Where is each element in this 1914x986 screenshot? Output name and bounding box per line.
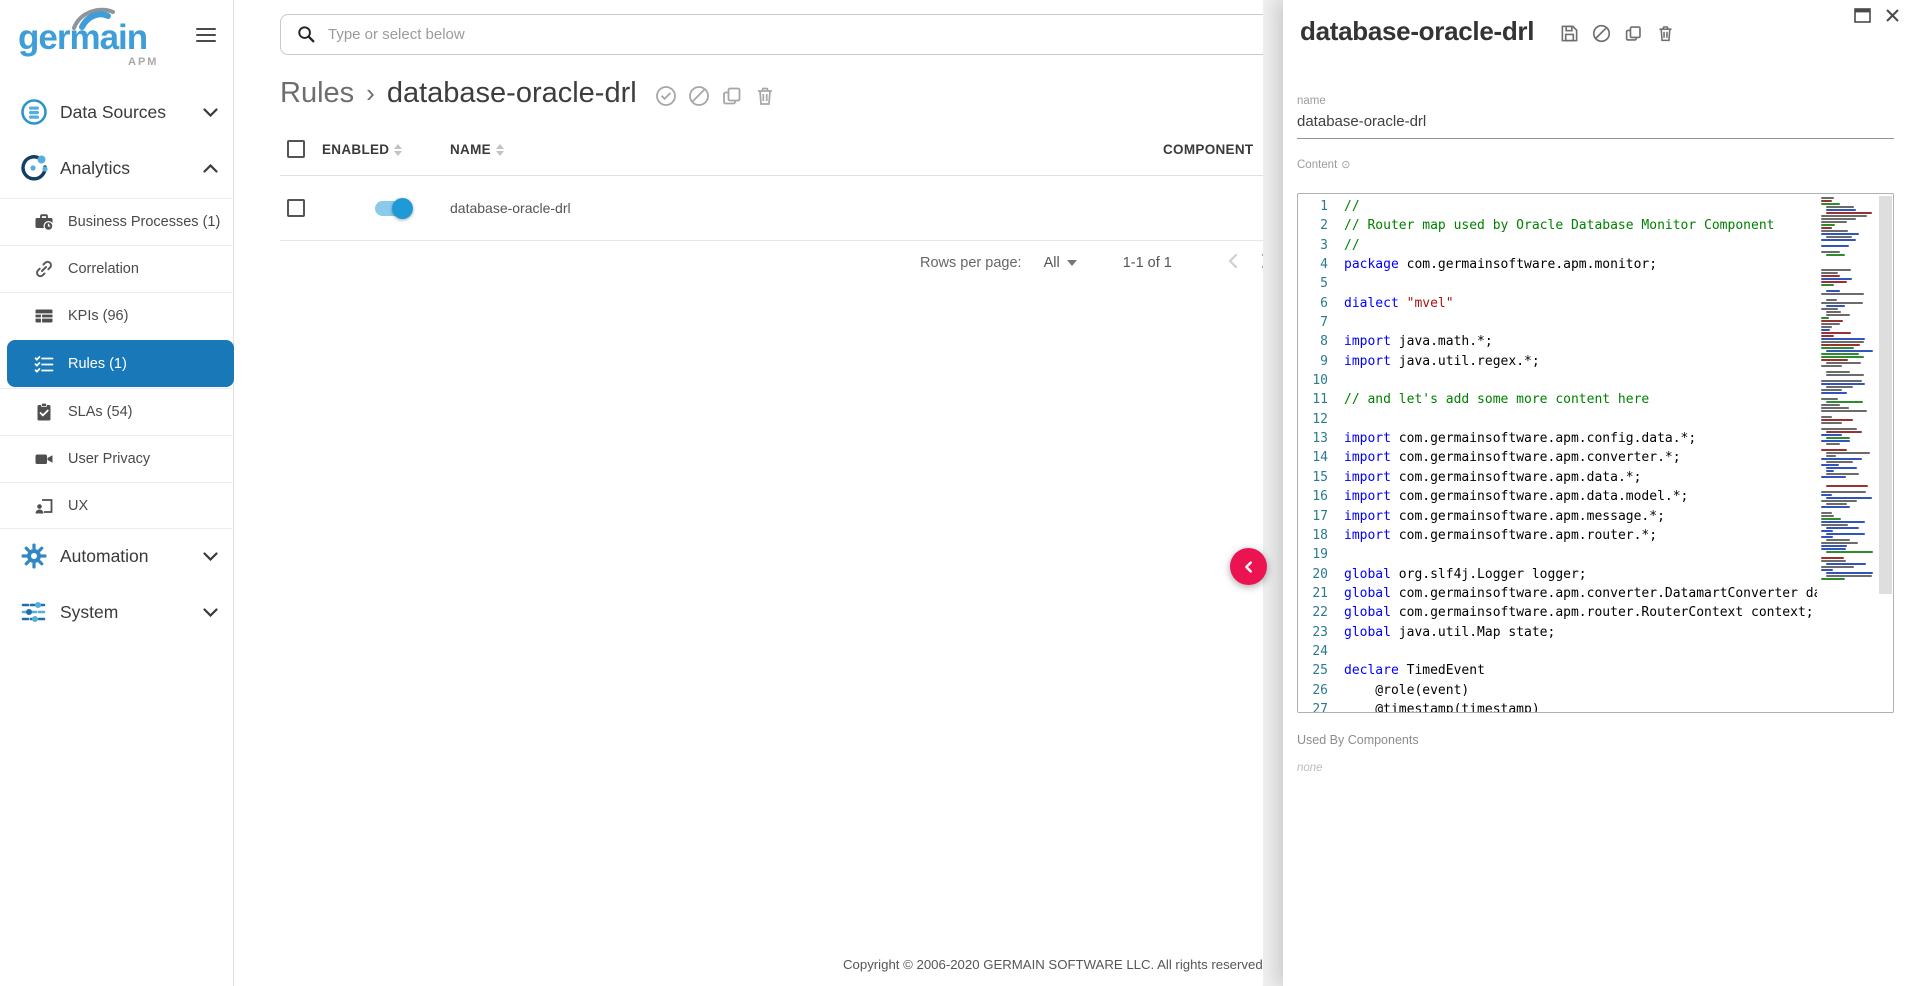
editor-scrollbar[interactable]: [1879, 196, 1892, 594]
disable-ban-icon[interactable]: [1592, 24, 1611, 43]
breadcrumb: Rules › database-oracle-drl: [280, 72, 776, 114]
sidebar-item-business-processes[interactable]: Business Processes (1): [0, 198, 234, 245]
sidebar-item-data-sources[interactable]: Data Sources: [0, 88, 234, 136]
sidebar-item-ux[interactable]: UX: [0, 482, 234, 529]
column-header-enabled[interactable]: ENABLED: [322, 142, 402, 157]
brand-sub: APM: [128, 56, 158, 68]
row-checkbox[interactable]: [287, 199, 305, 217]
pagination: Rows per page: All 1-1 of 1: [920, 248, 1284, 278]
slas-clipboard-icon: [34, 402, 54, 422]
user-privacy-video-icon: [34, 449, 54, 469]
previous-page-button[interactable]: [1216, 253, 1250, 273]
copy-icon[interactable]: [721, 85, 743, 107]
sidebar-item-label: UX: [68, 498, 88, 514]
sidebar-item-label: Business Processes (1): [68, 214, 220, 230]
sort-icon: [394, 144, 402, 156]
business-processes-icon: [34, 212, 54, 232]
close-icon[interactable]: [1885, 8, 1900, 23]
rows-per-page-select[interactable]: All: [1044, 255, 1077, 271]
sort-icon: [496, 144, 504, 156]
name-field[interactable]: [1297, 110, 1894, 139]
trash-icon[interactable]: [754, 85, 776, 107]
chevron-down-icon: [203, 552, 218, 561]
data-sources-icon: [20, 98, 48, 126]
content-field-label: Content⊙: [1297, 158, 1351, 171]
chevron-down-icon: [203, 608, 218, 617]
breadcrumb-separator: ›: [366, 78, 375, 109]
enable-check-circle-icon[interactable]: [655, 85, 677, 107]
sidebar-item-label: Correlation: [68, 261, 139, 277]
trash-icon[interactable]: [1656, 24, 1675, 43]
sidebar-item-automation[interactable]: Automation: [0, 532, 234, 580]
pagination-range: 1-1 of 1: [1123, 255, 1172, 271]
row-name[interactable]: database-oracle-drl: [450, 200, 571, 216]
save-icon[interactable]: [1560, 24, 1579, 43]
disable-ban-icon[interactable]: [688, 85, 710, 107]
sidebar-item-kpis[interactable]: KPIs (96): [0, 292, 234, 339]
detail-panel: database-oracle-drl name Content⊙ 1//2//…: [1283, 0, 1914, 986]
sidebar-item-label: System: [60, 602, 118, 623]
collapse-panel-button[interactable]: [1230, 548, 1267, 585]
sidebar-item-label: Data Sources: [60, 102, 166, 123]
rules-list-check-icon: [34, 354, 54, 374]
used-by-label: Used By Components: [1297, 733, 1419, 747]
sidebar-item-rules[interactable]: Rules (1): [7, 340, 234, 387]
caret-down-icon: [1067, 260, 1077, 266]
column-header-name[interactable]: NAME: [450, 142, 504, 157]
sidebar-item-user-privacy[interactable]: User Privacy: [0, 435, 234, 482]
column-header-component[interactable]: COMPONENT: [1163, 142, 1253, 157]
system-sliders-icon: [20, 598, 48, 626]
automation-gear-icon: [20, 542, 48, 570]
hamburger-menu-icon[interactable]: [196, 28, 216, 44]
sidebar-item-label: Analytics: [60, 158, 130, 179]
breadcrumb-section[interactable]: Rules: [280, 77, 354, 110]
enabled-toggle[interactable]: [375, 201, 411, 216]
analytics-icon: [20, 154, 48, 182]
ux-user-frame-icon: [34, 496, 54, 516]
sidebar-item-label: Rules (1): [68, 356, 127, 372]
sidebar-item-label: KPIs (96): [68, 308, 128, 324]
panel-divider: [1263, 0, 1283, 986]
sidebar-item-correlation[interactable]: Correlation: [0, 245, 234, 292]
page-title: database-oracle-drl: [387, 77, 637, 110]
app-window: germain APM Data Sources Analytics: [0, 0, 1914, 986]
sidebar-item-label: Automation: [60, 546, 149, 567]
rows-per-page-label: Rows per page:: [920, 255, 1022, 271]
content-info-icon: ⊙: [1341, 158, 1350, 171]
code-lines: 1//2// Router map used by Oracle Databas…: [1298, 197, 1817, 713]
brand-name: germain: [18, 18, 147, 58]
sidebar-item-label: User Privacy: [68, 451, 150, 467]
chevron-up-icon: [203, 164, 218, 173]
sidebar-item-label: SLAs (54): [68, 404, 132, 420]
copy-icon[interactable]: [1624, 24, 1643, 43]
sidebar-item-slas[interactable]: SLAs (54): [0, 388, 234, 435]
maximize-icon[interactable]: [1854, 8, 1871, 23]
sidebar: germain APM Data Sources Analytics: [0, 0, 234, 986]
name-field-label: name: [1297, 95, 1326, 107]
code-editor[interactable]: 1//2// Router map used by Oracle Databas…: [1297, 193, 1894, 713]
used-by-value: none: [1297, 762, 1323, 774]
editor-minimap[interactable]: [1819, 197, 1876, 710]
chevron-down-icon: [203, 108, 218, 117]
panel-title: database-oracle-drl: [1300, 16, 1534, 47]
select-all-checkbox[interactable]: [287, 140, 305, 158]
sidebar-item-system[interactable]: System: [0, 588, 234, 636]
kpis-table-icon: [34, 306, 54, 326]
sidebar-item-analytics[interactable]: Analytics: [0, 144, 234, 192]
correlation-link-icon: [34, 259, 54, 279]
chevron-left-icon: [1240, 558, 1258, 576]
search-icon: [297, 25, 316, 44]
brand-logo: germain APM: [18, 6, 188, 68]
